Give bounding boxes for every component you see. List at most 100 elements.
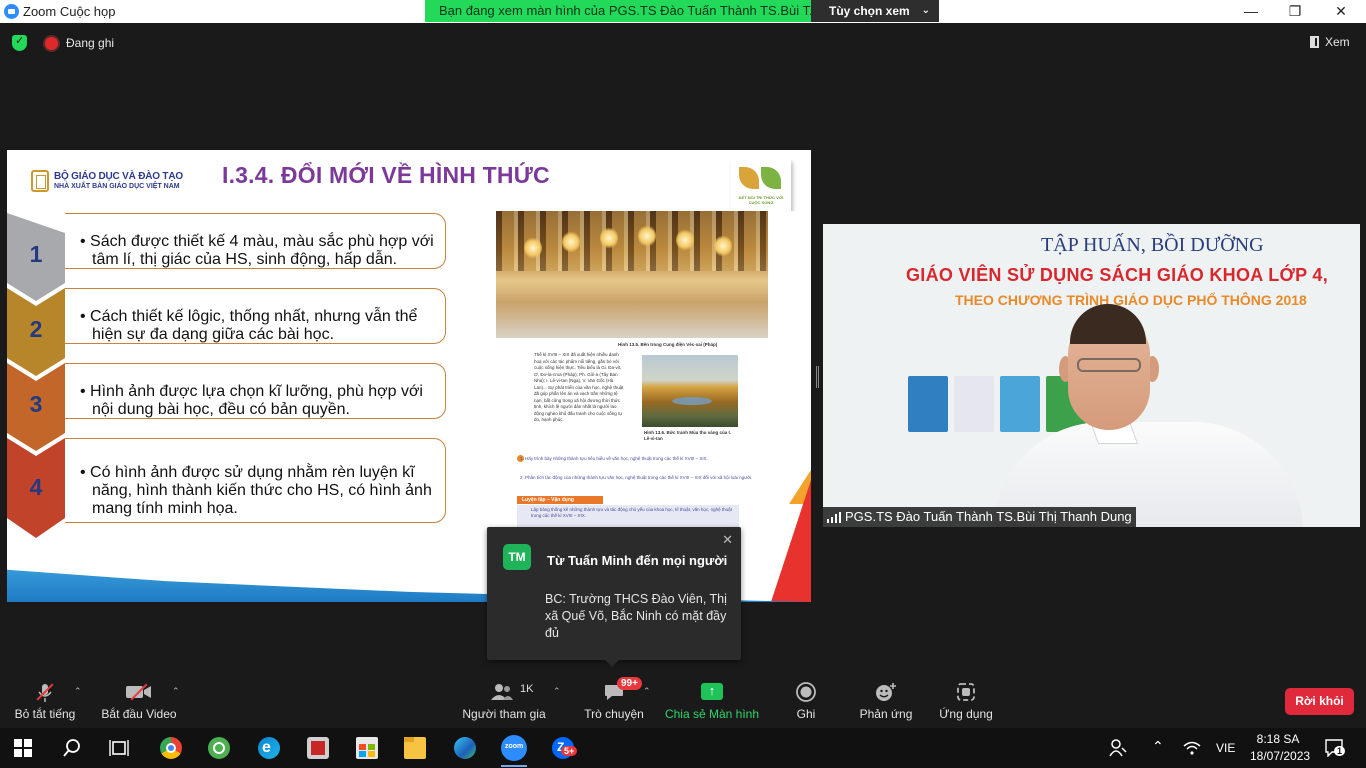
start-video-button[interactable]: Bắt đầu Video bbox=[100, 672, 178, 728]
ministry-name: BỘ GIÁO DỤC VÀ ĐÀO TẠO bbox=[54, 171, 183, 182]
view-options-label: Tùy chọn xem bbox=[829, 4, 910, 18]
participants-options-caret[interactable]: ⌃ bbox=[553, 686, 561, 697]
record-icon bbox=[796, 682, 816, 702]
edge-legacy-icon[interactable]: e bbox=[258, 737, 280, 759]
practice-tag: Luyện tập – Vận dụng bbox=[517, 496, 603, 504]
participant-name: PGS.TS Đào Tuấn Thành TS.Bùi Thị Thanh D… bbox=[845, 509, 1132, 524]
item-text: Cách thiết kế lôgic, thống nhất, nhưng v… bbox=[75, 294, 437, 344]
leaf-icon bbox=[739, 167, 759, 189]
avatar: TM bbox=[503, 544, 531, 570]
participants-button[interactable]: 1K Người tham gia bbox=[458, 672, 550, 728]
view-button-label: Xem bbox=[1325, 35, 1350, 49]
show-hidden-icons-caret[interactable]: ⌃ bbox=[1152, 738, 1164, 755]
close-window-button[interactable]: ✕ bbox=[1318, 0, 1364, 23]
logo-caption: KẾT NỐI TRI THỨC VỚI CUỘC SỐNG bbox=[738, 195, 784, 205]
leaf-icon bbox=[761, 167, 781, 189]
store-icon[interactable] bbox=[356, 737, 378, 759]
item-number-chevron: 4 bbox=[7, 438, 65, 538]
share-screen-icon: ↑ bbox=[701, 683, 723, 700]
book-series-logo: KẾT NỐI TRI THỨC VỚI CUỘC SỐNG bbox=[731, 159, 791, 215]
meeting-toolbar: Bỏ tắt tiếng ⌃ Bắt đầu Video ⌃ 1K Người … bbox=[0, 672, 1366, 728]
record-label: Ghi bbox=[796, 707, 816, 721]
popup-pointer bbox=[605, 660, 619, 667]
item-number: 2 bbox=[29, 316, 43, 342]
ministry-logo-icon bbox=[31, 170, 49, 192]
question-text: 2. Phân tích tác động của những thành tự… bbox=[520, 475, 753, 480]
publisher-name: NHÀ XUẤT BẢN GIÁO DỤC VIỆT NAM bbox=[54, 183, 180, 190]
clock-time[interactable]: 8:18 SA bbox=[1250, 732, 1306, 746]
apps-button[interactable]: Ứng dụng bbox=[934, 672, 998, 728]
figure-caption: Hình 13.5. Bên trong Cung điện Véc-xai (… bbox=[618, 342, 718, 347]
unmute-button[interactable]: Bỏ tắt tiếng bbox=[8, 672, 82, 728]
audio-options-caret[interactable]: ⌃ bbox=[74, 686, 82, 697]
file-explorer-icon[interactable] bbox=[404, 737, 426, 759]
item-text: Sách được thiết kế 4 màu, màu sắc phù hợ… bbox=[75, 219, 437, 269]
chrome-icon[interactable] bbox=[160, 737, 182, 759]
view-options-button[interactable]: Tùy chọn xem ⌄ bbox=[811, 0, 939, 22]
reactions-label: Phản ứng bbox=[859, 707, 913, 721]
item-number: 1 bbox=[29, 241, 43, 267]
decorative-triangle bbox=[771, 480, 811, 602]
zalo-icon[interactable]: Z 5+ bbox=[552, 737, 578, 759]
reactions-button[interactable]: Phản ứng bbox=[855, 672, 917, 728]
chat-sender: Từ Tuấn Minh đến mọi người bbox=[547, 553, 728, 568]
share-screen-button[interactable]: ↑ Chia sẻ Màn hình bbox=[664, 672, 760, 728]
view-button[interactable]: Xem bbox=[1310, 35, 1350, 49]
panel-resize-handle[interactable] bbox=[816, 366, 819, 388]
figure-caption: Hình 13.6. Bức tranh Mùa thu vàng của I.… bbox=[644, 430, 732, 441]
apps-label: Ứng dụng bbox=[939, 707, 993, 721]
maximize-button[interactable]: ❐ bbox=[1272, 0, 1318, 23]
edge-icon[interactable] bbox=[454, 737, 476, 759]
chat-button[interactable]: 99+ Trò chuyện bbox=[580, 672, 648, 728]
item-number: 4 bbox=[29, 474, 43, 500]
video-options-caret[interactable]: ⌃ bbox=[172, 686, 180, 697]
recording-status[interactable]: Đang ghi bbox=[66, 36, 114, 50]
leave-meeting-button[interactable]: Rời khỏi bbox=[1285, 688, 1354, 715]
input-language[interactable]: VIE bbox=[1216, 741, 1235, 755]
viewing-screen-banner: Bạn đang xem màn hình của PGS.TS Đào Tuấ… bbox=[425, 0, 811, 22]
chevron-down-icon: ⌄ bbox=[921, 5, 930, 16]
participants-icon bbox=[491, 684, 513, 700]
list-item: Có hình ảnh được sử dụng nhằm rèn luyện … bbox=[65, 438, 446, 523]
emoji-reaction-icon bbox=[876, 683, 896, 701]
record-button[interactable]: Ghi bbox=[782, 672, 830, 728]
chat-message: BC: Trường THCS Đào Viên, Thị xã Quế Võ,… bbox=[545, 592, 727, 640]
speaker-video-tile[interactable]: TẬP HUẤN, BỒI DƯỠNG GIÁO VIÊN SỬ DỤNG SÁ… bbox=[823, 224, 1360, 527]
backdrop-banner-line2: GIÁO VIÊN SỬ DỤNG SÁCH GIÁO KHOA LỚP 4, bbox=[906, 265, 1329, 285]
green-app-icon[interactable] bbox=[208, 737, 230, 759]
autumn-painting-photo bbox=[642, 355, 738, 427]
list-item: Hình ảnh được lựa chọn kĩ lưỡng, phù hợp… bbox=[65, 363, 446, 419]
item-number: 3 bbox=[29, 391, 43, 417]
windows-taskbar: e zoom Z 5+ ⌃ VIE 8:18 SA 18/07/2023 1 bbox=[0, 728, 1366, 768]
search-icon[interactable] bbox=[62, 738, 82, 758]
unmute-label: Bỏ tắt tiếng bbox=[14, 707, 76, 721]
speaker-person bbox=[993, 304, 1303, 527]
slide-title: I.3.4. ĐỔI MỚI VỀ HÌNH THỨC bbox=[222, 162, 550, 188]
task-view-icon[interactable] bbox=[109, 738, 129, 758]
wifi-icon[interactable] bbox=[1183, 740, 1201, 756]
start-video-label: Bắt đầu Video bbox=[101, 707, 177, 721]
office-app-icon[interactable] bbox=[307, 737, 329, 759]
item-text: Có hình ảnh được sử dụng nhằm rèn luyện … bbox=[75, 444, 437, 518]
windows-start-icon[interactable] bbox=[14, 739, 32, 757]
backdrop-banner-line1: TẬP HUẤN, BỒI DƯỠNG bbox=[1041, 234, 1264, 256]
chat-label: Trò chuyện bbox=[584, 707, 644, 721]
clock-date[interactable]: 18/07/2023 bbox=[1250, 749, 1310, 763]
signal-strength-icon bbox=[827, 512, 841, 523]
minimize-button[interactable]: — bbox=[1228, 0, 1274, 23]
practice-text: Lập bảng thống kê những thành tựu và tác… bbox=[517, 505, 739, 527]
list-item: Sách được thiết kế 4 màu, màu sắc phù hợ… bbox=[65, 213, 446, 269]
meeting-info-bar: Đang ghi Xem bbox=[0, 30, 1366, 56]
item-text: Hình ảnh được lựa chọn kĩ lưỡng, phù hợp… bbox=[75, 369, 437, 419]
apps-icon bbox=[957, 683, 975, 701]
shield-icon[interactable] bbox=[12, 34, 27, 51]
chat-unread-badge: 99+ bbox=[617, 677, 642, 690]
zalo-badge: 5+ bbox=[561, 746, 578, 756]
chat-notification-popup[interactable]: TM Từ Tuấn Minh đến mọi người ✕ BC: Trườ… bbox=[487, 527, 741, 667]
book-paragraph: Thế kỉ XVIII – XIX đã xuất hiện nhiều da… bbox=[534, 352, 624, 422]
chat-options-caret[interactable]: ⌃ bbox=[643, 686, 651, 697]
zoom-taskbar-icon[interactable]: zoom bbox=[501, 735, 527, 761]
title-bar: Zoom Cuộc họp Bạn đang xem màn hình của … bbox=[0, 0, 1366, 23]
close-icon[interactable]: ✕ bbox=[722, 532, 733, 548]
people-icon[interactable] bbox=[1109, 738, 1127, 758]
